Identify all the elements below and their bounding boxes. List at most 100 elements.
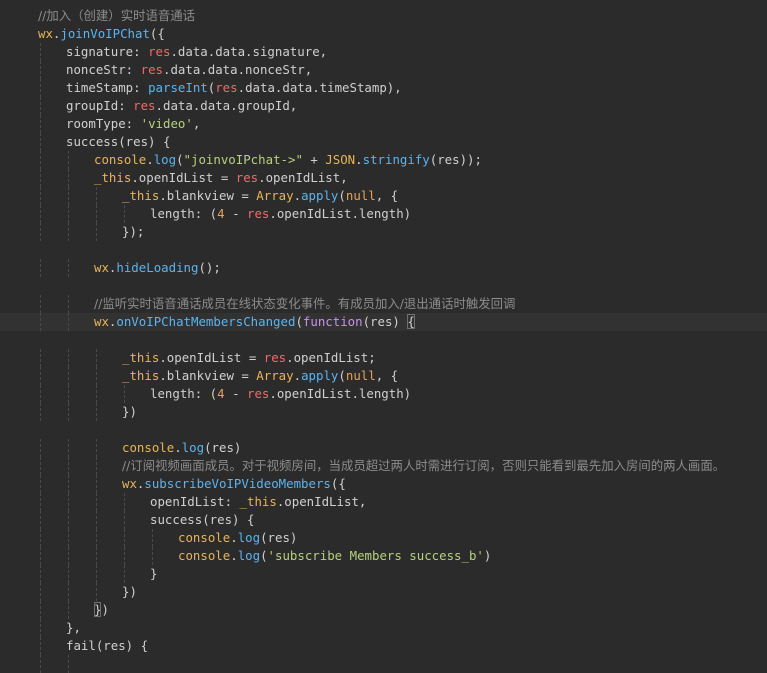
code-token: }); bbox=[122, 224, 145, 239]
code-line[interactable]: }) bbox=[0, 601, 767, 619]
indent-guide bbox=[40, 43, 41, 61]
code-line[interactable] bbox=[0, 277, 767, 295]
indent-guide bbox=[124, 511, 125, 529]
code-line[interactable]: success(res) { bbox=[0, 511, 767, 529]
code-token: .openIdList.length) bbox=[269, 206, 412, 221]
code-editor[interactable]: //加入（创建）实时语音通话 wx.joinVoIPChat({signature… bbox=[0, 0, 767, 673]
code-line[interactable]: fail(res) { bbox=[0, 637, 767, 655]
indent-guide bbox=[40, 79, 41, 97]
code-line[interactable] bbox=[0, 331, 767, 349]
code-line[interactable]: timeStamp: parseInt(res.data.data.timeSt… bbox=[0, 79, 767, 97]
code-line[interactable]: //订阅视频画面成员。对于视频房间，当成员超过两人时需进行订阅，否则只能看到最先… bbox=[0, 457, 767, 475]
code-line[interactable]: length: (4 - res.openIdList.length) bbox=[0, 205, 767, 223]
indent-guide bbox=[68, 511, 69, 529]
code-token: timeStamp: bbox=[66, 80, 149, 95]
code-token: (res) bbox=[362, 314, 408, 329]
code-token: null bbox=[345, 368, 376, 383]
code-line[interactable]: _this.blankview = Array.apply(null, { bbox=[0, 367, 767, 385]
code-line-text: fail(res) { bbox=[66, 637, 148, 655]
code-token: ({ bbox=[149, 26, 165, 41]
code-line[interactable]: }) bbox=[0, 583, 767, 601]
code-line[interactable]: //监听实时语音通话成员在线状态变化事件。有成员加入/退出通话时触发回调 bbox=[0, 295, 767, 313]
code-token: ( bbox=[295, 314, 303, 329]
code-line[interactable]: _this.openIdList = res.openIdList; bbox=[0, 349, 767, 367]
code-line[interactable]: console.log(res) bbox=[0, 529, 767, 547]
code-line[interactable]: groupId: res.data.data.groupId, bbox=[0, 97, 767, 115]
code-token: //加入（创建）实时语音通话 bbox=[38, 8, 196, 23]
code-token: . bbox=[293, 368, 302, 383]
code-token: _this bbox=[122, 188, 160, 203]
indent-guide bbox=[68, 457, 69, 475]
code-line[interactable]: nonceStr: res.data.data.nonceStr, bbox=[0, 61, 767, 79]
code-line-text: }) bbox=[122, 583, 137, 601]
code-line-text: _this.openIdList = res.openIdList; bbox=[122, 349, 376, 367]
code-line[interactable]: success(res) { bbox=[0, 133, 767, 151]
code-token: - bbox=[224, 386, 247, 401]
code-token: log bbox=[153, 152, 177, 167]
code-token: .openIdList, bbox=[258, 170, 348, 185]
indent-guide bbox=[40, 475, 41, 493]
indent-guide bbox=[96, 385, 97, 403]
code-line[interactable]: console.log("joinvoIPchat->" + JSON.stri… bbox=[0, 151, 767, 169]
indent-guide bbox=[40, 259, 41, 277]
code-token: .blankview = bbox=[159, 188, 257, 203]
code-token: ( bbox=[260, 548, 268, 563]
indent-guide bbox=[124, 205, 125, 223]
code-line[interactable]: //加入（创建）实时语音通话 bbox=[0, 7, 767, 25]
code-token: ( bbox=[338, 188, 346, 203]
code-line[interactable]: }); bbox=[0, 223, 767, 241]
code-line[interactable]: _this.openIdList = res.openIdList, bbox=[0, 169, 767, 187]
indent-guide bbox=[40, 205, 41, 223]
code-line[interactable]: wx.subscribeVoIPVideoMembers({ bbox=[0, 475, 767, 493]
code-token: ( bbox=[338, 368, 346, 383]
indent-guide bbox=[40, 115, 41, 133]
code-token: "joinvoIPchat->" bbox=[183, 152, 303, 167]
indent-guide bbox=[152, 529, 153, 547]
code-line[interactable]: wx.joinVoIPChat({ bbox=[0, 25, 767, 43]
code-line-text: roomType: 'video', bbox=[66, 115, 200, 133]
code-line[interactable]: length: (4 - res.openIdList.length) bbox=[0, 385, 767, 403]
code-line[interactable]: console.log(res) bbox=[0, 439, 767, 457]
indent-guide bbox=[68, 655, 69, 673]
code-line[interactable]: roomType: 'video', bbox=[0, 115, 767, 133]
indent-guide bbox=[40, 493, 41, 511]
code-line[interactable] bbox=[0, 655, 767, 673]
code-token: res bbox=[247, 206, 270, 221]
code-token: console bbox=[178, 530, 231, 545]
code-line[interactable]: wx.onVoIPChatMembersChanged(function(res… bbox=[0, 313, 767, 331]
indent-guide bbox=[68, 187, 69, 205]
code-line[interactable]: signature: res.data.data.signature, bbox=[0, 43, 767, 61]
code-line[interactable]: }, bbox=[0, 619, 767, 637]
code-token: //订阅视频画面成员。对于视频房间，当成员超过两人时需进行订阅，否则只能看到最先… bbox=[122, 458, 726, 473]
code-token: 'video' bbox=[140, 116, 193, 131]
indent-guide bbox=[124, 529, 125, 547]
code-line[interactable] bbox=[0, 421, 767, 439]
indent-guide bbox=[40, 529, 41, 547]
code-token: .openIdList = bbox=[159, 350, 264, 365]
indent-guide bbox=[96, 493, 97, 511]
code-token: subscribeVoIPVideoMembers bbox=[144, 476, 331, 491]
code-line[interactable] bbox=[0, 241, 767, 259]
indent-guide bbox=[96, 205, 97, 223]
code-token: Array bbox=[256, 188, 294, 203]
code-token: .openIdList.length) bbox=[269, 386, 412, 401]
code-line[interactable]: } bbox=[0, 565, 767, 583]
indent-guide bbox=[40, 367, 41, 385]
code-token: - bbox=[224, 206, 247, 221]
indent-guide bbox=[68, 313, 69, 331]
indent-guide bbox=[40, 583, 41, 601]
code-token: stringify bbox=[362, 152, 430, 167]
code-line-text: wx.hideLoading(); bbox=[94, 259, 221, 277]
indent-guide bbox=[152, 547, 153, 565]
code-token: res bbox=[148, 44, 171, 59]
code-line[interactable]: wx.hideLoading(); bbox=[0, 259, 767, 277]
code-line[interactable]: _this.blankview = Array.apply(null, { bbox=[0, 187, 767, 205]
code-line[interactable]: openIdList: _this.openIdList, bbox=[0, 493, 767, 511]
indent-guide bbox=[40, 601, 41, 619]
code-token: }) bbox=[122, 584, 137, 599]
code-token: apply bbox=[301, 368, 339, 383]
code-token: , { bbox=[375, 368, 399, 383]
code-line-text: //订阅视频画面成员。对于视频房间，当成员超过两人时需进行订阅，否则只能看到最先… bbox=[122, 457, 725, 475]
code-line[interactable]: }) bbox=[0, 403, 767, 421]
code-line[interactable]: console.log('subscribe Members success_b… bbox=[0, 547, 767, 565]
